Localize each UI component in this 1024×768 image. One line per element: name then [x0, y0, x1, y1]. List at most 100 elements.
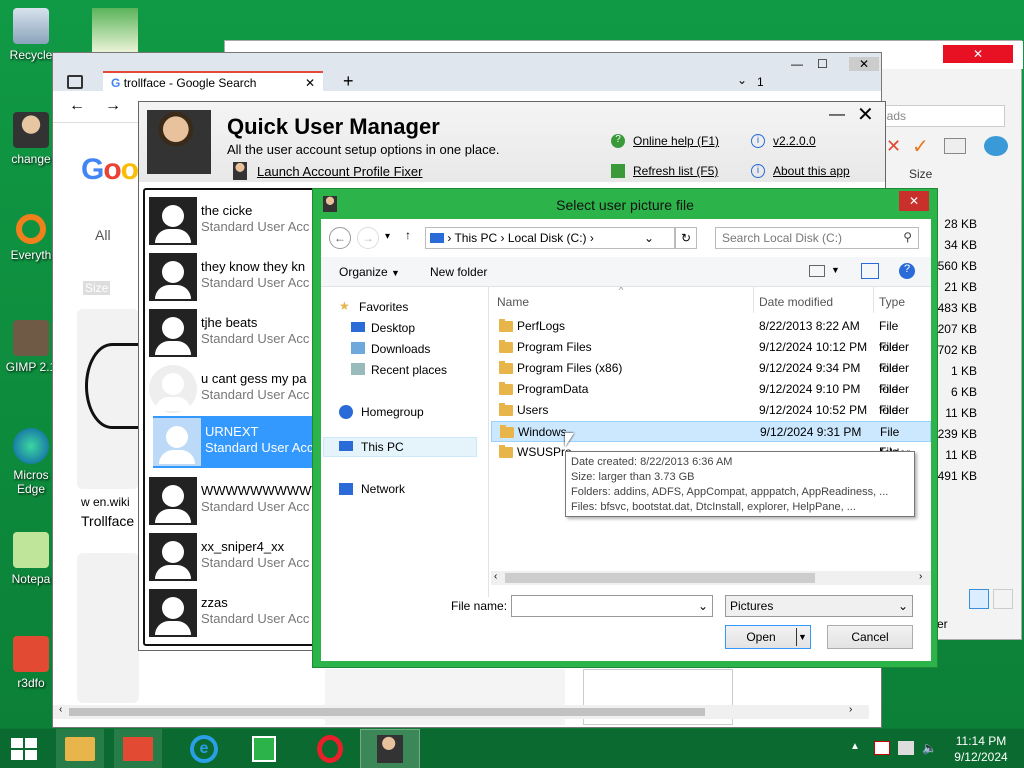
chevron-down-icon[interactable]: ⌄ [898, 599, 908, 613]
new-folder-button[interactable]: New folder [430, 265, 487, 279]
tab-dropdown-icon[interactable]: ⌄ [737, 73, 747, 87]
back-icon[interactable]: ← [69, 97, 85, 115]
scroll-left-icon[interactable]: ‹ [59, 704, 62, 715]
view-options-icon[interactable] [809, 265, 825, 277]
explorer-search[interactable]: oads [873, 105, 1005, 127]
nav-recent-places[interactable]: Recent places [371, 363, 447, 377]
forward-icon[interactable]: → [105, 97, 121, 115]
online-help-link[interactable]: Online help (F1) [633, 134, 719, 148]
search-tab-all[interactable]: All [95, 227, 111, 243]
user-list-item[interactable]: WWWWWWWWWW Standard User Acc [149, 475, 324, 527]
result-image[interactable] [77, 309, 139, 489]
forward-icon[interactable]: → [357, 227, 379, 249]
file-row[interactable]: Program Files (x86) 9/12/2024 9:34 PM File… [491, 358, 931, 396]
chevron-down-icon[interactable]: ⌄ [698, 599, 708, 613]
nav-this-pc[interactable]: This PC [361, 440, 404, 454]
taskbar-quick-user-manager[interactable] [360, 729, 420, 768]
refresh-icon[interactable]: ↻ [675, 227, 697, 249]
close-tab-icon[interactable]: ✕ [305, 76, 315, 90]
start-button[interactable] [0, 729, 48, 768]
user-list-item-selected[interactable]: URNEXT Standard User Acc [153, 416, 313, 468]
address-bar[interactable]: › This PC › Local Disk (C:) › ⌄ [425, 227, 675, 249]
file-row[interactable]: PerfLogs 8/22/2013 8:22 AM File folder [491, 316, 931, 354]
up-icon[interactable]: ↑ [405, 228, 411, 242]
desktop-thumbnail-icon[interactable] [92, 8, 138, 52]
cancel-button[interactable]: Cancel [827, 625, 913, 649]
user-list-item[interactable]: they know they kn Standard User Acc [149, 251, 309, 303]
view-dropdown-icon[interactable]: ▼ [831, 265, 840, 275]
scroll-thumb[interactable] [69, 708, 705, 716]
close-icon[interactable]: ✕ [849, 57, 879, 71]
details-view-icon[interactable] [969, 589, 989, 609]
tab-actions-icon[interactable] [67, 75, 83, 89]
file-type-select[interactable]: Pictures ⌄ [725, 595, 913, 617]
chevron-down-icon[interactable]: ▼ [798, 626, 807, 648]
horizontal-scrollbar[interactable]: ‹ › [53, 704, 869, 719]
size-filter[interactable]: Size [83, 281, 111, 295]
about-link[interactable]: About this app [773, 164, 850, 178]
version-link[interactable]: v2.2.0.0 [773, 134, 816, 148]
file-row[interactable]: Users9/12/2024 10:52 PMFile folder [491, 400, 931, 438]
nav-network[interactable]: Network [361, 482, 405, 496]
taskbar-clock[interactable]: 11:14 PM 9/12/2024 [946, 733, 1016, 765]
scroll-right-icon[interactable]: › [849, 704, 852, 715]
scroll-left-icon[interactable]: ‹ [494, 571, 497, 582]
horizontal-scrollbar[interactable]: ‹ › [491, 571, 931, 585]
recent-dropdown-icon[interactable]: ▾ [385, 231, 390, 242]
network-icon[interactable] [984, 136, 1008, 156]
maximize-icon[interactable]: ☐ [817, 57, 828, 71]
search-input[interactable]: Search Local Disk (C:) ⚲ [715, 227, 919, 249]
properties-icon[interactable] [944, 138, 966, 154]
close-icon[interactable]: ✕ [899, 191, 929, 211]
taskbar-explorer[interactable] [56, 729, 104, 768]
preview-pane-icon[interactable] [861, 263, 879, 279]
new-tab-button[interactable]: + [343, 71, 354, 92]
address-dropdown-icon[interactable]: ⌄ [644, 231, 654, 245]
close-icon[interactable]: ✕ [857, 102, 874, 127]
column-header-date[interactable]: Date modified [759, 295, 833, 309]
launch-profile-fixer-link[interactable]: Launch Account Profile Fixer [257, 164, 422, 179]
file-row[interactable]: ProgramData 9/12/2024 9:10 PM File folder [491, 379, 931, 417]
scroll-thumb[interactable] [505, 573, 815, 583]
scroll-right-icon[interactable]: › [919, 571, 922, 582]
back-icon[interactable]: ← [329, 227, 351, 249]
open-button[interactable]: Open ▼ [725, 625, 811, 649]
result-image[interactable] [77, 553, 139, 703]
result-title[interactable]: Trollface [81, 513, 134, 529]
close-icon[interactable]: ✕ [943, 45, 1013, 63]
nav-downloads[interactable]: Downloads [371, 342, 430, 356]
user-list-item[interactable]: xx_sniper4_xx Standard User Acc [149, 531, 309, 583]
taskbar-r3dfox[interactable] [114, 729, 162, 768]
column-header-type[interactable]: Type [879, 295, 905, 309]
user-list-item[interactable]: u cant gess my pa Standard User Acc [149, 363, 309, 415]
taskbar-ie[interactable]: e [180, 729, 228, 768]
browser-tab[interactable]: G trollface - Google Search ✕ [103, 71, 323, 93]
taskbar-opera[interactable] [306, 729, 354, 768]
filename-input[interactable]: ⌄ [511, 595, 713, 617]
user-list-item[interactable]: the cicke Standard User Acc [149, 195, 309, 247]
column-header-name[interactable]: Name [497, 295, 529, 309]
volume-muted-icon[interactable]: 🔈 [922, 741, 938, 755]
nav-homegroup[interactable]: Homegroup [361, 405, 424, 419]
delete-icon[interactable]: ✕ [886, 136, 901, 157]
help-icon[interactable]: ? [899, 263, 915, 279]
show-hidden-icons[interactable]: ▲ [850, 741, 860, 752]
size-column-header[interactable]: Size [909, 167, 932, 181]
nav-favorites[interactable]: Favorites [359, 300, 408, 314]
taskbar-store[interactable] [240, 729, 288, 768]
tiles-view-icon[interactable] [993, 589, 1013, 609]
file-row[interactable]: Program Files 9/12/2024 10:12 PM File fold… [491, 337, 931, 375]
minimize-icon[interactable]: — [791, 57, 803, 71]
checkmark-icon[interactable]: ✓ [912, 134, 929, 159]
network-tray-icon[interactable] [898, 741, 914, 755]
user-list-item[interactable]: tjhe beats Standard User Acc [149, 307, 309, 359]
breadcrumb-this-pc[interactable]: This PC [454, 231, 497, 245]
refresh-list-link[interactable]: Refresh list (F5) [633, 164, 718, 178]
nav-desktop[interactable]: Desktop [371, 321, 415, 335]
file-row[interactable]: Windows9/12/2024 9:31 PMFile folder [491, 421, 931, 460]
organize-button[interactable]: Organize ▼ [339, 265, 400, 279]
breadcrumb-local-disk[interactable]: Local Disk (C:) [508, 231, 587, 245]
minimize-icon[interactable]: — [829, 106, 845, 124]
action-center-icon[interactable] [874, 741, 890, 755]
user-list-item[interactable]: zzas Standard User Acc [149, 587, 309, 639]
